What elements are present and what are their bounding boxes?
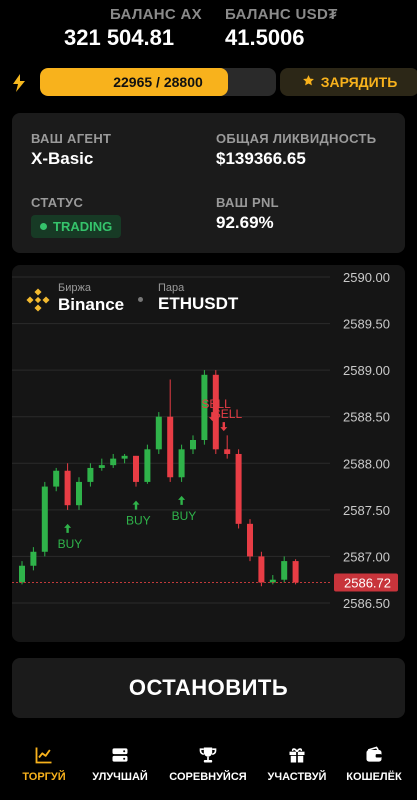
nav-item-participate[interactable]: УЧАСТВУЙ <box>261 745 333 783</box>
candle-up <box>30 551 37 566</box>
wallet-icon <box>366 746 382 762</box>
separator-dot <box>138 297 143 302</box>
candle-up <box>41 486 48 552</box>
agent-cell: ВАШ АГЕНТ X-Basic <box>31 131 111 169</box>
candle-down <box>292 561 299 583</box>
energy-progress-text: 22965 / 28800 <box>113 74 203 90</box>
nav-label: СОРЕВНУЙСЯ <box>169 771 247 783</box>
server-icon <box>112 748 128 762</box>
lightning-icon <box>12 74 28 92</box>
charge-button-label: ЗАРЯДИТЬ <box>320 74 398 90</box>
status-badge: TRADING <box>31 215 122 238</box>
y-tick-label: 2589.50 <box>343 317 390 332</box>
pair-value: ETHUSDT <box>158 294 239 313</box>
y-tick-label: 2587.00 <box>343 549 390 564</box>
trophy-icon <box>199 747 217 763</box>
energy-row: 22965 / 28800 ЗАРЯДИТЬ <box>12 68 417 98</box>
candle-up <box>190 440 196 450</box>
ax-balance-label: БАЛАНС AX <box>110 6 202 23</box>
candlestick-chart: 2590.00 2589.50 2589.00 2588.50 2588.00 2587.… <box>12 270 398 611</box>
pnl-value: 92.69% <box>216 213 274 232</box>
usdt-balance-value: 41.5006 <box>225 25 305 50</box>
agent-card: ВАШ АГЕНТ X-Basic ОБЩАЯ ЛИКВИДНОСТЬ $139… <box>12 113 405 253</box>
y-tick-label: 2588.50 <box>343 410 390 425</box>
usdt-balance: БАЛАНС USD₮ 41.5006 <box>225 6 338 51</box>
nav-label: УЛУЧШАЙ <box>92 771 148 783</box>
charge-button[interactable]: ЗАРЯДИТЬ <box>280 68 417 96</box>
candle-up <box>53 470 60 487</box>
candle-down <box>224 449 231 454</box>
liquidity-value: $139366.65 <box>216 149 306 168</box>
chart-icon <box>35 747 52 764</box>
buy-arrow-icon <box>178 495 186 505</box>
nav-item-upgrade[interactable]: УЛУЧШАЙ <box>84 745 156 783</box>
agent-label: ВАШ АГЕНТ <box>31 131 112 146</box>
nav-label: ТОРГУЙ <box>22 771 66 783</box>
status-label: СТАТУС <box>31 195 84 210</box>
liquidity-label: ОБЩАЯ ЛИКВИДНОСТЬ <box>216 131 377 146</box>
star-icon <box>302 74 315 90</box>
candle-down <box>247 523 253 557</box>
binance-logo-icon <box>26 288 50 312</box>
ax-balance-value: 321 504.81 <box>64 25 175 50</box>
candle-up <box>281 561 288 580</box>
pair-label: Пара <box>158 282 185 294</box>
usdt-balance-label: БАЛАНС USD₮ <box>225 6 338 23</box>
status-badge-text: TRADING <box>53 219 113 234</box>
candle-up <box>121 455 128 459</box>
y-tick-label: 2588.00 <box>343 456 390 471</box>
exchange-value: Binance <box>58 295 125 314</box>
y-tick-label: 2589.00 <box>343 363 390 378</box>
candle-up <box>155 416 162 450</box>
nav-item-trade[interactable]: ТОРГУЙ <box>14 745 74 783</box>
candle-up <box>144 449 151 482</box>
liquidity-cell: ОБЩАЯ ЛИКВИДНОСТЬ $139366.65 <box>216 131 396 169</box>
status-cell: СТАТУС TRADING <box>31 195 122 238</box>
buy-arrow-icon <box>64 523 72 533</box>
pair-info: Пара ETHUSDT <box>158 282 238 314</box>
candle-down <box>167 416 174 478</box>
energy-progress-bar: 22965 / 28800 <box>40 68 276 96</box>
candle-up <box>76 481 82 506</box>
gift-icon <box>289 748 305 763</box>
candle-down <box>133 455 139 482</box>
exchange-label: Биржа <box>58 282 91 294</box>
candle-up <box>110 458 117 466</box>
bottom-nav: ТОРГУЙ УЛУЧШАЙ СОРЕВНУЙСЯ УЧАСТВУЙ КОШЕЛ… <box>0 735 417 800</box>
nav-item-compete[interactable]: СОРЕВНУЙСЯ <box>163 745 253 783</box>
sell-arrow-icon <box>220 422 228 432</box>
candle-up <box>87 467 94 482</box>
sell-signal-label: SELL <box>213 407 243 421</box>
current-price-label: 2586.72 <box>344 576 391 591</box>
nav-label: УЧАСТВУЙ <box>267 771 327 783</box>
y-tick-label: 2586.50 <box>343 596 390 611</box>
buy-arrow-icon <box>132 500 140 510</box>
nav-label: КОШЕЛЁК <box>346 771 402 783</box>
nav-item-wallet[interactable]: КОШЕЛЁК <box>341 745 407 783</box>
ax-balance: БАЛАНС AX 321 504.81 <box>64 6 202 51</box>
candle-down <box>235 453 242 524</box>
pnl-cell: ВАШ PNL 92.69% <box>216 195 279 233</box>
buy-signal-label: BUY <box>126 514 151 528</box>
status-dot-icon <box>40 223 47 230</box>
price-chart-panel[interactable]: 2590.00 2589.50 2589.00 2588.50 2588.00 2587.… <box>12 265 405 642</box>
y-tick-label: 2590.00 <box>343 270 390 285</box>
stop-button[interactable]: ОСТАНОВИТЬ <box>12 658 405 718</box>
balances-header: БАЛАНС AX 321 504.81 БАЛАНС USD₮ 41.5006 <box>0 0 417 60</box>
candle-down <box>64 470 71 506</box>
y-tick-label: 2587.50 <box>343 503 390 518</box>
agent-value: X-Basic <box>31 149 94 168</box>
candle-up <box>19 565 25 583</box>
candle-up <box>178 449 185 478</box>
buy-signal-label: BUY <box>58 537 83 551</box>
buy-signal-label: BUY <box>172 509 197 523</box>
candle-up <box>98 465 105 468</box>
pnl-label: ВАШ PNL <box>216 195 279 210</box>
candle-down <box>258 556 265 583</box>
